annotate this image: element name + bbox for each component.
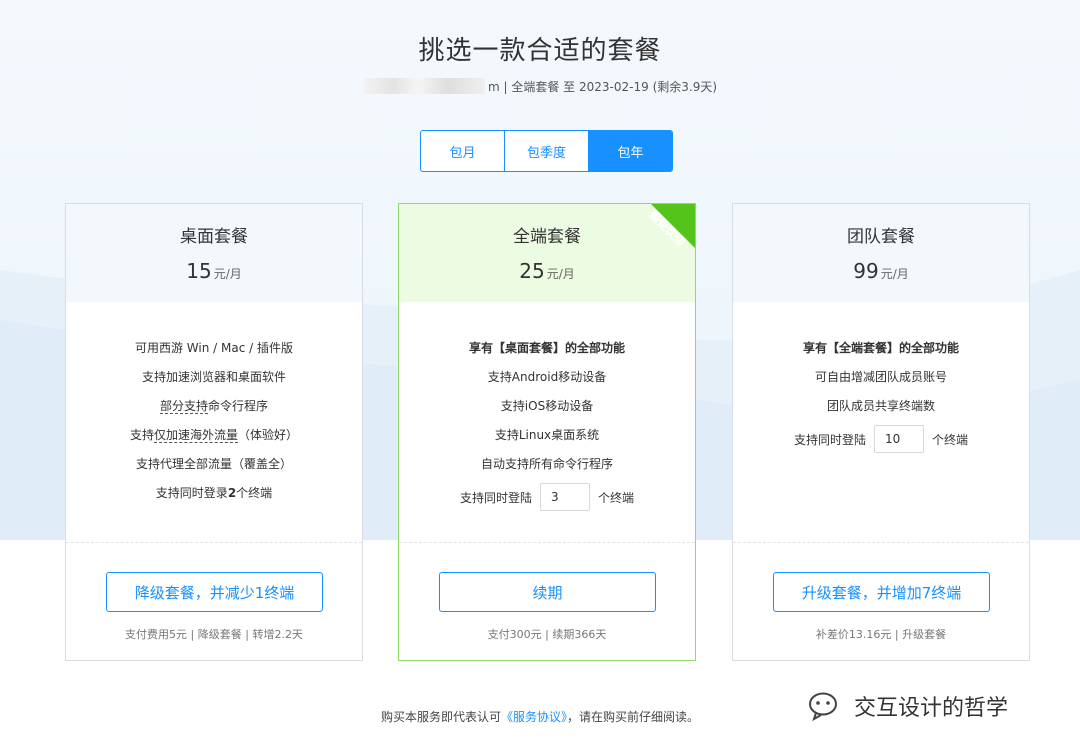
feature-text: （体验好） bbox=[238, 428, 299, 442]
seat-unit: 个终端 bbox=[598, 490, 635, 505]
feature-item: 支持Linux桌面系统 bbox=[494, 428, 600, 442]
feature-item: 支持代理全部流量（覆盖全） bbox=[135, 457, 292, 471]
tab-yearly[interactable]: 包年 bbox=[589, 131, 672, 171]
feature-item: 可自由增减团队成员账号 bbox=[814, 370, 947, 384]
seat-count-input[interactable] bbox=[540, 483, 590, 511]
plan-header: 桌面套餐 15 元/月 bbox=[66, 204, 362, 302]
price-value: 99 bbox=[853, 259, 879, 283]
current-plan: 全端套餐 bbox=[511, 80, 560, 94]
feature-text: 命令行程序 bbox=[208, 399, 269, 413]
feature-item: 支持Android移动设备 bbox=[487, 370, 607, 384]
plan-note: 支付300元 | 续期366天 bbox=[487, 628, 607, 641]
expiry-date: 2023-02-19 bbox=[579, 80, 649, 94]
seat-selector: 支持同时登陆 个终端 bbox=[733, 421, 1029, 457]
downgrade-button[interactable]: 降级套餐，并减少1终端 bbox=[106, 572, 323, 612]
divider bbox=[733, 542, 1029, 543]
wechat-icon bbox=[809, 692, 837, 721]
login-count: 2 bbox=[227, 486, 237, 500]
terms-prefix: 购买本服务即代表认可 bbox=[380, 710, 501, 724]
watermark-text: 交互设计的哲学 bbox=[854, 696, 1009, 721]
subscription-status: m | 全端套餐 至 2023-02-19 (剩余3.9天) bbox=[0, 78, 1080, 95]
seat-unit: 个终端 bbox=[932, 432, 969, 447]
terms-suffix: ，请在购买前仔细阅读。 bbox=[567, 710, 700, 724]
price-value: 15 bbox=[186, 259, 212, 283]
seat-selector: 支持同时登陆 个终端 bbox=[399, 479, 695, 515]
feature-item: 可用西游 Win / Mac / 插件版 bbox=[134, 341, 293, 355]
plan-card-desktop: 桌面套餐 15 元/月 可用西游 Win / Mac / 插件版 支持加速浏览器和… bbox=[65, 203, 363, 661]
plan-header: 团队套餐 99 元/月 bbox=[733, 204, 1029, 302]
renew-button[interactable]: 续期 bbox=[439, 572, 656, 612]
feature-item: 享有【全端套餐】的全部功能 bbox=[802, 341, 959, 355]
plan-note: 补差价13.16元 | 升级套餐 bbox=[815, 628, 947, 641]
plan-price: 99 元/月 bbox=[733, 259, 1029, 283]
plan-card-team: 团队套餐 99 元/月 享有【全端套餐】的全部功能 可自由增减团队成员账号 团队成… bbox=[732, 203, 1030, 661]
page-title: 挑选一款合适的套餐 bbox=[418, 36, 662, 66]
blurred-account-name bbox=[362, 78, 485, 94]
divider bbox=[399, 542, 695, 543]
feature-list: 享有【全端套餐】的全部功能 可自由增减团队成员账号 团队成员共享终端数 支持同时… bbox=[733, 302, 1029, 457]
seat-count-input[interactable] bbox=[874, 425, 924, 453]
upgrade-button[interactable]: 升级套餐，并增加7终端 bbox=[773, 572, 990, 612]
divider bbox=[66, 542, 362, 543]
feature-list: 可用西游 Win / Mac / 插件版 支持加速浏览器和桌面软件 部分支持命令… bbox=[66, 302, 362, 514]
plan-card-all-platform: 全端套餐 25 元/月 最受欢迎 享有【桌面套餐】的全部功能 支持Android移… bbox=[398, 203, 696, 661]
billing-period-tabs: 包月 包季度 包年 bbox=[420, 130, 673, 172]
feature-item: 支持加速浏览器和桌面软件 bbox=[141, 370, 286, 384]
tab-monthly[interactable]: 包月 bbox=[421, 131, 505, 171]
popular-ribbon: 最受欢迎 bbox=[623, 204, 695, 276]
feature-item: 支持同时登录2个终端 bbox=[66, 485, 362, 514]
feature-text: 支持 bbox=[129, 428, 154, 442]
tooltip-term[interactable]: 部分支持 bbox=[159, 399, 208, 414]
plan-note: 支付费用5元 | 降级套餐 | 转增2.2天 bbox=[125, 628, 303, 641]
account-suffix: m bbox=[487, 80, 500, 94]
feature-item: 支持iOS移动设备 bbox=[500, 399, 594, 413]
price-unit: 元/月 bbox=[546, 267, 575, 281]
feature-text: 个终端 bbox=[236, 486, 273, 500]
plan-name: 团队套餐 bbox=[847, 227, 915, 247]
price-value: 25 bbox=[519, 259, 545, 283]
feature-item: 部分支持命令行程序 bbox=[66, 398, 362, 427]
price-unit: 元/月 bbox=[880, 267, 909, 281]
feature-item: 支持仅加速海外流量（体验好） bbox=[66, 427, 362, 456]
plan-name: 桌面套餐 bbox=[180, 227, 248, 247]
feature-item: 享有【桌面套餐】的全部功能 bbox=[468, 341, 625, 355]
seat-label: 支持同时登陆 bbox=[793, 432, 866, 447]
service-agreement-link[interactable]: 《服务协议》 bbox=[501, 710, 567, 724]
seat-label: 支持同时登陆 bbox=[459, 490, 532, 505]
plan-price: 15 元/月 bbox=[66, 259, 362, 283]
remaining-days: (剩余3.9天) bbox=[652, 80, 718, 94]
feature-text: 支持同时登录 bbox=[155, 486, 228, 500]
tooltip-term[interactable]: 仅加速海外流量 bbox=[153, 428, 238, 443]
feature-list: 享有【桌面套餐】的全部功能 支持Android移动设备 支持iOS移动设备 支持… bbox=[399, 302, 695, 515]
watermark: 交互设计的哲学 bbox=[808, 690, 1008, 722]
tab-quarterly[interactable]: 包季度 bbox=[505, 131, 589, 171]
expiry-prefix: 至 bbox=[563, 80, 576, 94]
price-unit: 元/月 bbox=[213, 267, 242, 281]
